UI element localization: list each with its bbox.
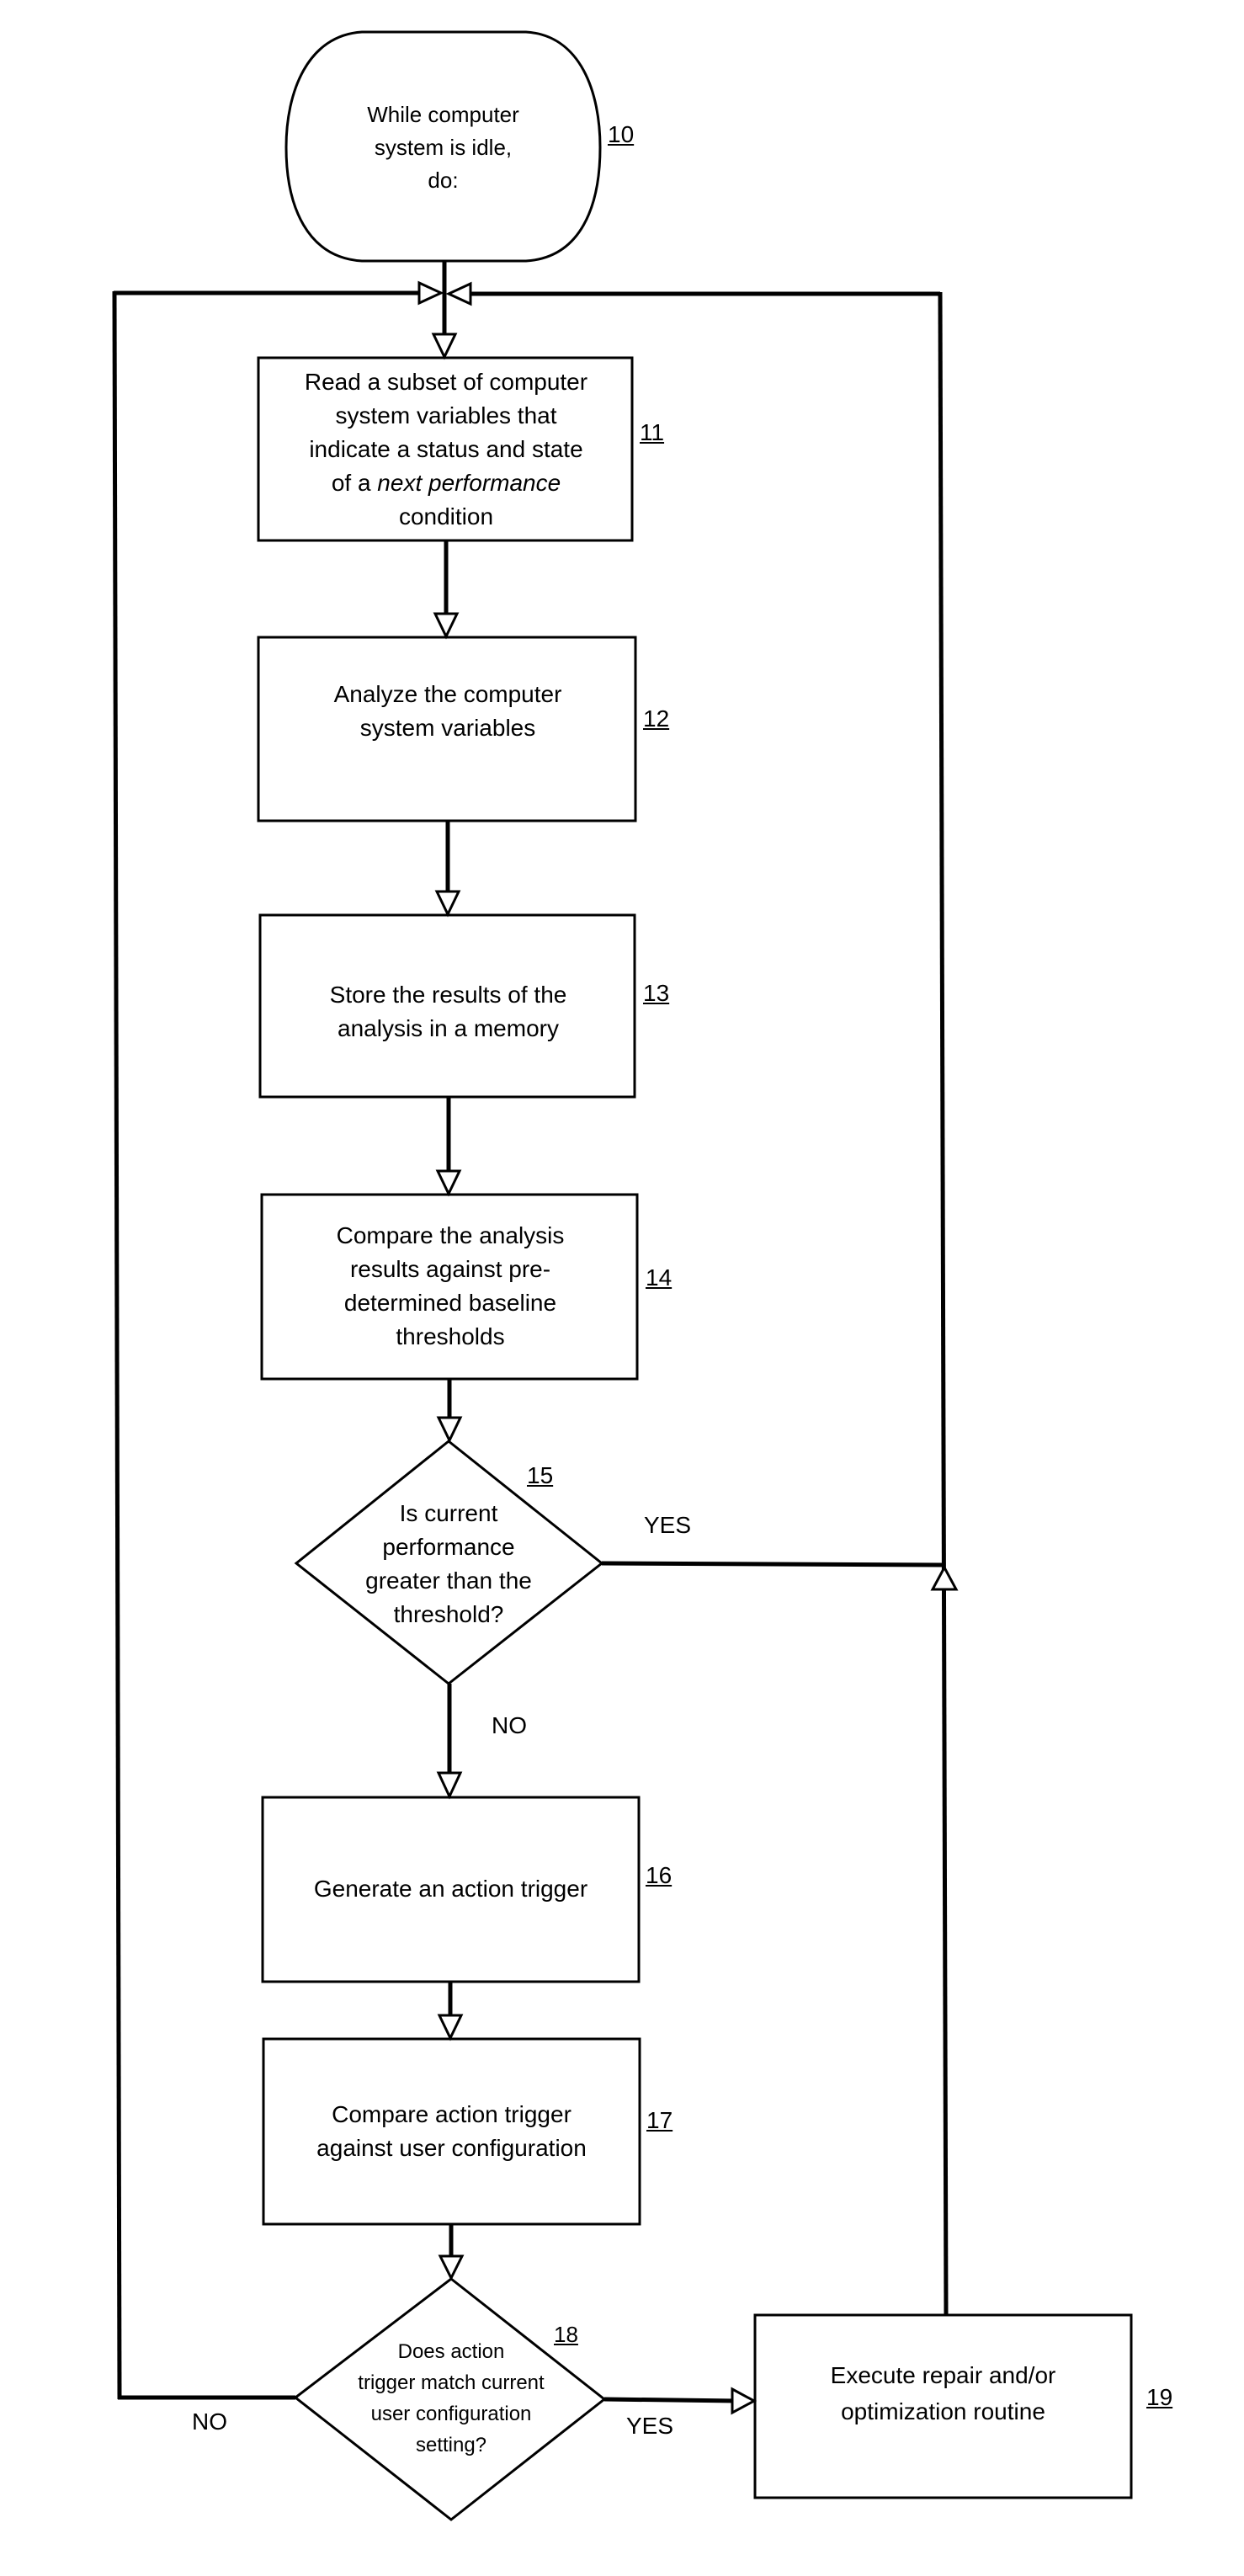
branch-label-15-yes: YES [644, 1512, 692, 1538]
loop-right-vertical [938, 291, 949, 2316]
compare-thresholds-line-3: determined baseline [343, 1290, 557, 1316]
decision-performance-line-4: threshold? [393, 1601, 504, 1627]
loop-left-vertical [112, 290, 122, 2400]
compare-thresholds-line-2: results against pre- [349, 1256, 551, 1282]
arrow-into-19-icon [731, 2387, 758, 2415]
compare-config-line-1: Compare action trigger [332, 2101, 571, 2127]
store-line-1: Store the results of the [329, 982, 567, 1008]
arrow-into-16-icon [436, 1771, 463, 1800]
ref-label-11: 11 [640, 419, 665, 445]
yes-18-connector [603, 2397, 737, 2403]
start-line-2: system is idle, [374, 134, 513, 160]
generate-trigger-text: Generate an action trigger [265, 1800, 636, 1978]
decision-config-line-3: user configuration [370, 2403, 532, 2425]
compare-thresholds-text: Compare the analysis results against pre… [264, 1197, 636, 1376]
analyze-text: Analyze the computer system variables [261, 640, 635, 783]
arrow-into-11-icon [431, 333, 458, 360]
arrow-into-14-icon [435, 1169, 462, 1197]
arrow-into-junction-right-icon [445, 281, 472, 306]
decision-config-line-2: trigger match current [358, 2371, 545, 2394]
decision-performance-line-1: Is current [399, 1500, 498, 1526]
start-line-1: While computer [367, 101, 519, 127]
ref-label-18: 18 [554, 2322, 578, 2347]
execute-repair-line-1: Execute repair and/or [830, 2362, 1056, 2388]
branch-label-15-no: NO [492, 1712, 527, 1738]
branch-label-18-yes: YES [626, 2413, 674, 2439]
ref-label-12: 12 [643, 705, 670, 732]
ref-label-19: 19 [1146, 2384, 1173, 2410]
arrow-into-15-icon [436, 1416, 463, 1444]
start-terminal-text: While computer system is idle, do: [311, 84, 575, 210]
decision-config-text: Does action trigger match current user c… [325, 2335, 577, 2462]
ref-label-15: 15 [527, 1462, 554, 1488]
read-vars-line-5: condition [398, 503, 494, 530]
decision-performance-text: Is current performance greater than the … [331, 1495, 566, 1633]
store-line-2: analysis in a memory [338, 1015, 559, 1041]
read-vars-line-3: indicate a status and state [309, 436, 583, 462]
branch-label-18-no: NO [192, 2408, 227, 2435]
arrow-into-17-icon [437, 2014, 464, 2041]
read-vars-line-4-prefix: of a [331, 470, 378, 496]
decision-config-line-4: setting? [415, 2434, 487, 2456]
decision-config-line-1: Does action [397, 2340, 505, 2363]
read-vars-line-4: of a next performance [332, 466, 561, 500]
analyze-line-2: system variables [359, 715, 536, 741]
execute-repair-line-2: optimization routine [841, 2398, 1045, 2424]
ref-label-14: 14 [646, 1264, 673, 1291]
ref-label-13: 13 [643, 980, 670, 1006]
arrow-into-12-icon [433, 612, 460, 640]
start-line-3: do: [428, 167, 459, 193]
read-vars-line-1: Read a subset of computer [304, 369, 588, 395]
arrow-into-junction-left-icon [417, 280, 444, 306]
compare-thresholds-line-4: thresholds [396, 1323, 505, 1349]
ref-label-17: 17 [646, 2107, 673, 2133]
ref-label-16: 16 [646, 1862, 673, 1888]
compare-config-line-2: against user configuration [316, 2135, 587, 2161]
store-text: Store the results of the analysis in a m… [263, 918, 634, 1094]
read-vars-text: Read a subset of computer system variabl… [261, 360, 631, 539]
compare-config-text: Compare action trigger against user conf… [266, 2041, 637, 2210]
read-vars-line-4-italic: next performance [377, 470, 561, 496]
arrow-into-18-icon [438, 2254, 465, 2281]
read-vars-line-2: system variables that [335, 402, 557, 428]
arrow-up-loop-icon [930, 1564, 959, 1591]
generate-trigger-line-1: Generate an action trigger [313, 1876, 588, 1902]
yes-15-connector [601, 1561, 944, 1567]
ref-label-10: 10 [608, 121, 635, 147]
analyze-line-1: Analyze the computer [333, 681, 562, 707]
decision-performance-line-3: greater than the [365, 1567, 532, 1594]
execute-repair-text: Execute repair and/or optimization routi… [758, 2318, 1129, 2469]
decision-performance-line-2: performance [382, 1534, 515, 1560]
compare-thresholds-line-1: Compare the analysis [336, 1222, 565, 1248]
arrow-into-13-icon [434, 890, 461, 918]
